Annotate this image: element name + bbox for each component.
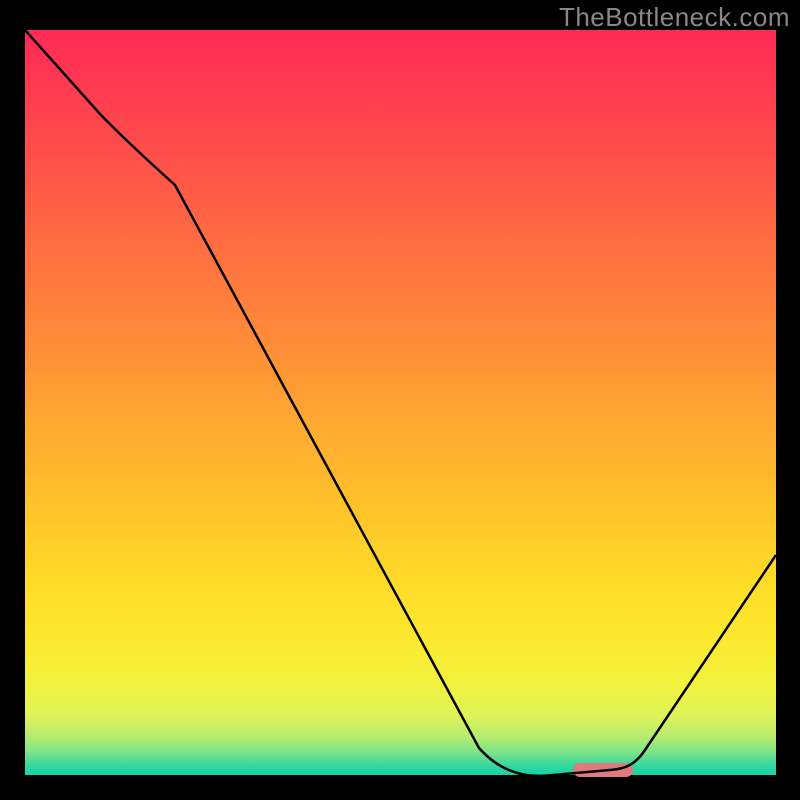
bottleneck-curve: [25, 30, 776, 775]
curve-path: [25, 30, 776, 775]
chart-container: TheBottleneck.com: [0, 0, 800, 800]
plot-area: [25, 30, 776, 775]
watermark-text: TheBottleneck.com: [559, 2, 790, 33]
